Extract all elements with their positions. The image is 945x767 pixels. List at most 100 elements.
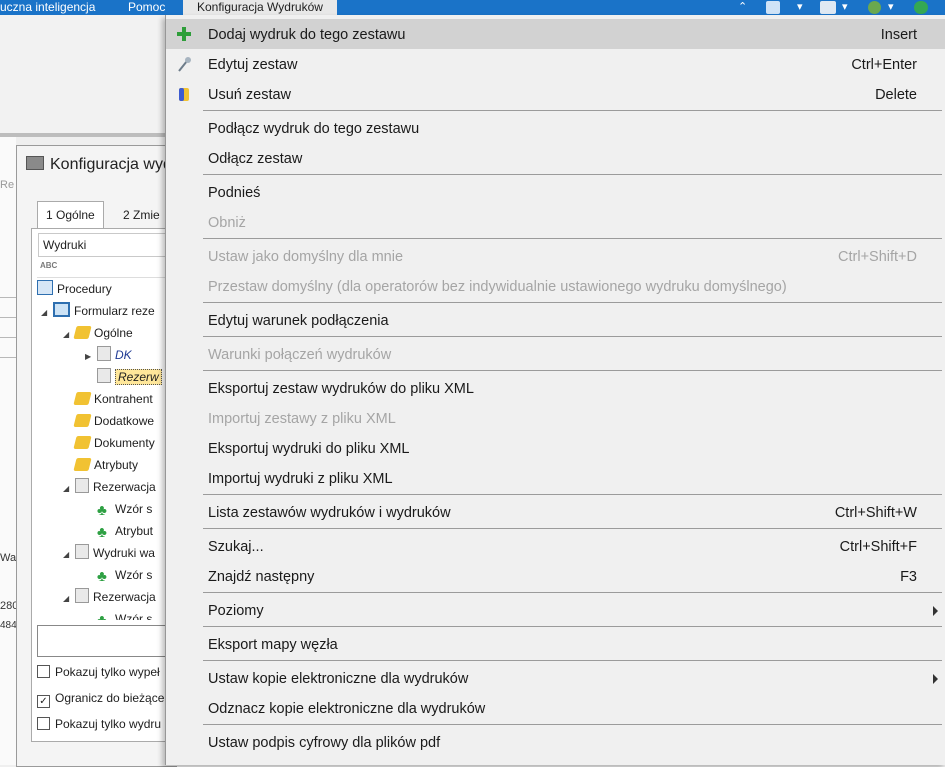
delete-icon <box>179 88 189 101</box>
checkbox-box[interactable]: ✓ <box>37 695 50 708</box>
collapse-icon[interactable]: ◢ <box>41 302 53 324</box>
menu-item-set-e-copies[interactable]: Ustaw kopie elektroniczne dla wydruków <box>166 663 945 693</box>
chevron-down-icon[interactable]: ▾ <box>842 1 848 14</box>
tree-node[interactable]: ◢ Rezerwacja <box>63 586 156 608</box>
printer-config-icon <box>26 156 44 170</box>
divider <box>0 337 16 338</box>
submenu-arrow-icon <box>933 674 938 684</box>
menu-item-add-print[interactable]: Dodaj wydruk do tego zestawu Insert <box>166 19 945 49</box>
tree-node[interactable]: ◢ Ogólne <box>63 322 133 344</box>
checkbox-pokazuj-wydruki[interactable]: Pokazuj tylko wydru <box>37 716 161 732</box>
menu-item-list-sets[interactable]: Lista zestawów wydruków i wydruków Ctrl+S… <box>166 497 945 527</box>
menu-item-import-sets-xml: Importuj zestawy z pliku XML <box>208 411 396 427</box>
menu-separator <box>203 494 942 495</box>
form-icon <box>53 302 70 317</box>
menu-item-connection-conditions: Warunki połączeń wydruków <box>208 347 392 363</box>
tree-node[interactable]: ◢ Rezerwacja <box>63 476 156 498</box>
tree-node[interactable]: Wzór s <box>97 498 152 520</box>
clover-icon <box>97 566 111 579</box>
abc-sort-icon[interactable]: ABC <box>40 261 57 270</box>
tree-node[interactable]: Dodatkowe <box>73 410 154 432</box>
menu-item-levels[interactable]: Poziomy <box>166 595 945 625</box>
document-icon <box>75 588 89 603</box>
menu-item-detach-set[interactable]: Odłącz zestaw <box>166 143 945 173</box>
tree-node-selected[interactable]: Rezerw <box>97 366 162 388</box>
folder-icon <box>73 436 92 449</box>
clover-icon <box>97 522 111 535</box>
tab-strip: 1 Ogólne 2 Zmie <box>31 198 181 228</box>
menu-item-change-default: Przestaw domyślny (dla operatorów bez in… <box>208 279 787 295</box>
top-menu-bar: uczna inteligencja Pomoc Konfiguracja Wy… <box>0 0 945 15</box>
menu-separator <box>203 302 942 303</box>
menu-item-attach-print[interactable]: Podłącz wydruk do tego zestawu <box>166 113 945 143</box>
menu-separator <box>203 724 942 725</box>
menu-separator <box>203 660 942 661</box>
chevron-up-icon[interactable]: ⌃ <box>738 1 747 14</box>
collapse-icon[interactable]: ◢ <box>63 588 75 610</box>
tree-node[interactable]: Procedury <box>37 278 112 300</box>
expand-icon[interactable]: ▶ <box>85 346 97 368</box>
chevron-down-icon[interactable]: ▾ <box>888 1 894 14</box>
checkbox-box[interactable] <box>37 665 50 678</box>
menu-item-raise[interactable]: Podnieś <box>166 177 945 207</box>
help-icon[interactable] <box>914 1 928 14</box>
tree-node[interactable]: Wzór s <box>97 608 152 620</box>
divider <box>0 317 16 318</box>
document-icon <box>75 544 89 559</box>
partial-value: 484 <box>0 620 17 631</box>
globe-icon[interactable] <box>868 1 881 14</box>
tree-node[interactable]: ▶ DK <box>85 344 132 366</box>
menu-item-pomoc[interactable]: Pomoc <box>128 0 165 15</box>
folder-icon <box>73 326 92 339</box>
menu-item-export-node-map[interactable]: Eksport mapy węzła <box>166 629 945 659</box>
menu-item-export-set-xml[interactable]: Eksportuj zestaw wydruków do pliku XML <box>166 373 945 403</box>
folder-icon <box>73 392 92 405</box>
menu-item-konfiguracja-wydrukow[interactable]: Konfiguracja Wydruków <box>183 0 337 15</box>
prints-tree: Procedury ◢ Formularz reze ◢ Ogólne ▶ DK Re… <box>37 277 182 622</box>
menu-item-digital-signature[interactable]: Ustaw podpis cyfrowy dla plików pdf <box>166 727 945 757</box>
tree-node[interactable]: Wzór s <box>97 564 152 586</box>
plus-icon <box>177 27 191 41</box>
menu-item-search[interactable]: Szukaj... Ctrl+Shift+F <box>166 531 945 561</box>
folder-icon <box>73 458 92 471</box>
document-icon <box>97 368 111 383</box>
menu-item-delete-set[interactable]: Usuń zestaw Delete <box>166 79 945 109</box>
divider <box>0 357 16 358</box>
tab-ogolne[interactable]: 1 Ogólne <box>37 201 104 228</box>
menu-item-set-default: Ustaw jako domyślny dla mnie Ctrl+Shift+D <box>208 249 917 265</box>
menu-separator <box>203 238 942 239</box>
tree-node[interactable]: Atrybuty <box>73 454 138 476</box>
printer-icon[interactable] <box>820 1 836 14</box>
document-icon <box>97 346 111 361</box>
collapse-icon[interactable]: ◢ <box>63 478 75 500</box>
checkbox-box[interactable] <box>37 717 50 730</box>
tree-node[interactable]: Dokumenty <box>73 432 155 454</box>
mail-icon[interactable] <box>766 1 780 14</box>
search-field[interactable] <box>37 625 184 657</box>
menu-item-unset-e-copies[interactable]: Odznacz kopie elektroniczne dla wydruków <box>166 693 945 723</box>
context-menu: Dodaj wydruk do tego zestawu Insert Edytu… <box>165 15 945 765</box>
tree-node[interactable]: Kontrahent <box>73 388 153 410</box>
menu-separator <box>203 528 942 529</box>
document-icon <box>75 478 89 493</box>
collapse-icon[interactable]: ◢ <box>63 544 75 566</box>
menu-item-inteligencja[interactable]: uczna inteligencja <box>0 0 95 15</box>
tree-node[interactable]: ◢ Formularz reze <box>41 300 155 322</box>
chevron-down-icon[interactable]: ▾ <box>797 1 803 14</box>
menu-item-find-next[interactable]: Znajdź następny F3 <box>166 561 945 591</box>
checkbox-pokazuj-wypelnione[interactable]: Pokazuj tylko wypeł <box>37 664 160 680</box>
tree-node[interactable]: Atrybut <box>97 520 153 542</box>
clover-icon <box>97 500 111 513</box>
procedures-icon <box>37 280 53 295</box>
clover-icon <box>97 610 111 620</box>
menu-item-import-prints-xml[interactable]: Importuj wydruki z pliku XML <box>166 463 945 493</box>
tree-node[interactable]: ◢ Wydruki wa <box>63 542 155 564</box>
divider <box>0 297 16 298</box>
menu-item-edit-set[interactable]: Edytuj zestaw Ctrl+Enter <box>166 49 945 79</box>
menu-item-export-prints-xml[interactable]: Eksportuj wydruki do pliku XML <box>166 433 945 463</box>
tab-zmiany[interactable]: 2 Zmie <box>115 204 168 226</box>
menu-separator <box>203 370 942 371</box>
checkbox-ogranicz[interactable]: ✓ Ogranicz do bieżące <box>37 690 164 708</box>
edit-icon <box>178 57 191 72</box>
menu-item-edit-condition[interactable]: Edytuj warunek podłączenia <box>166 305 945 335</box>
